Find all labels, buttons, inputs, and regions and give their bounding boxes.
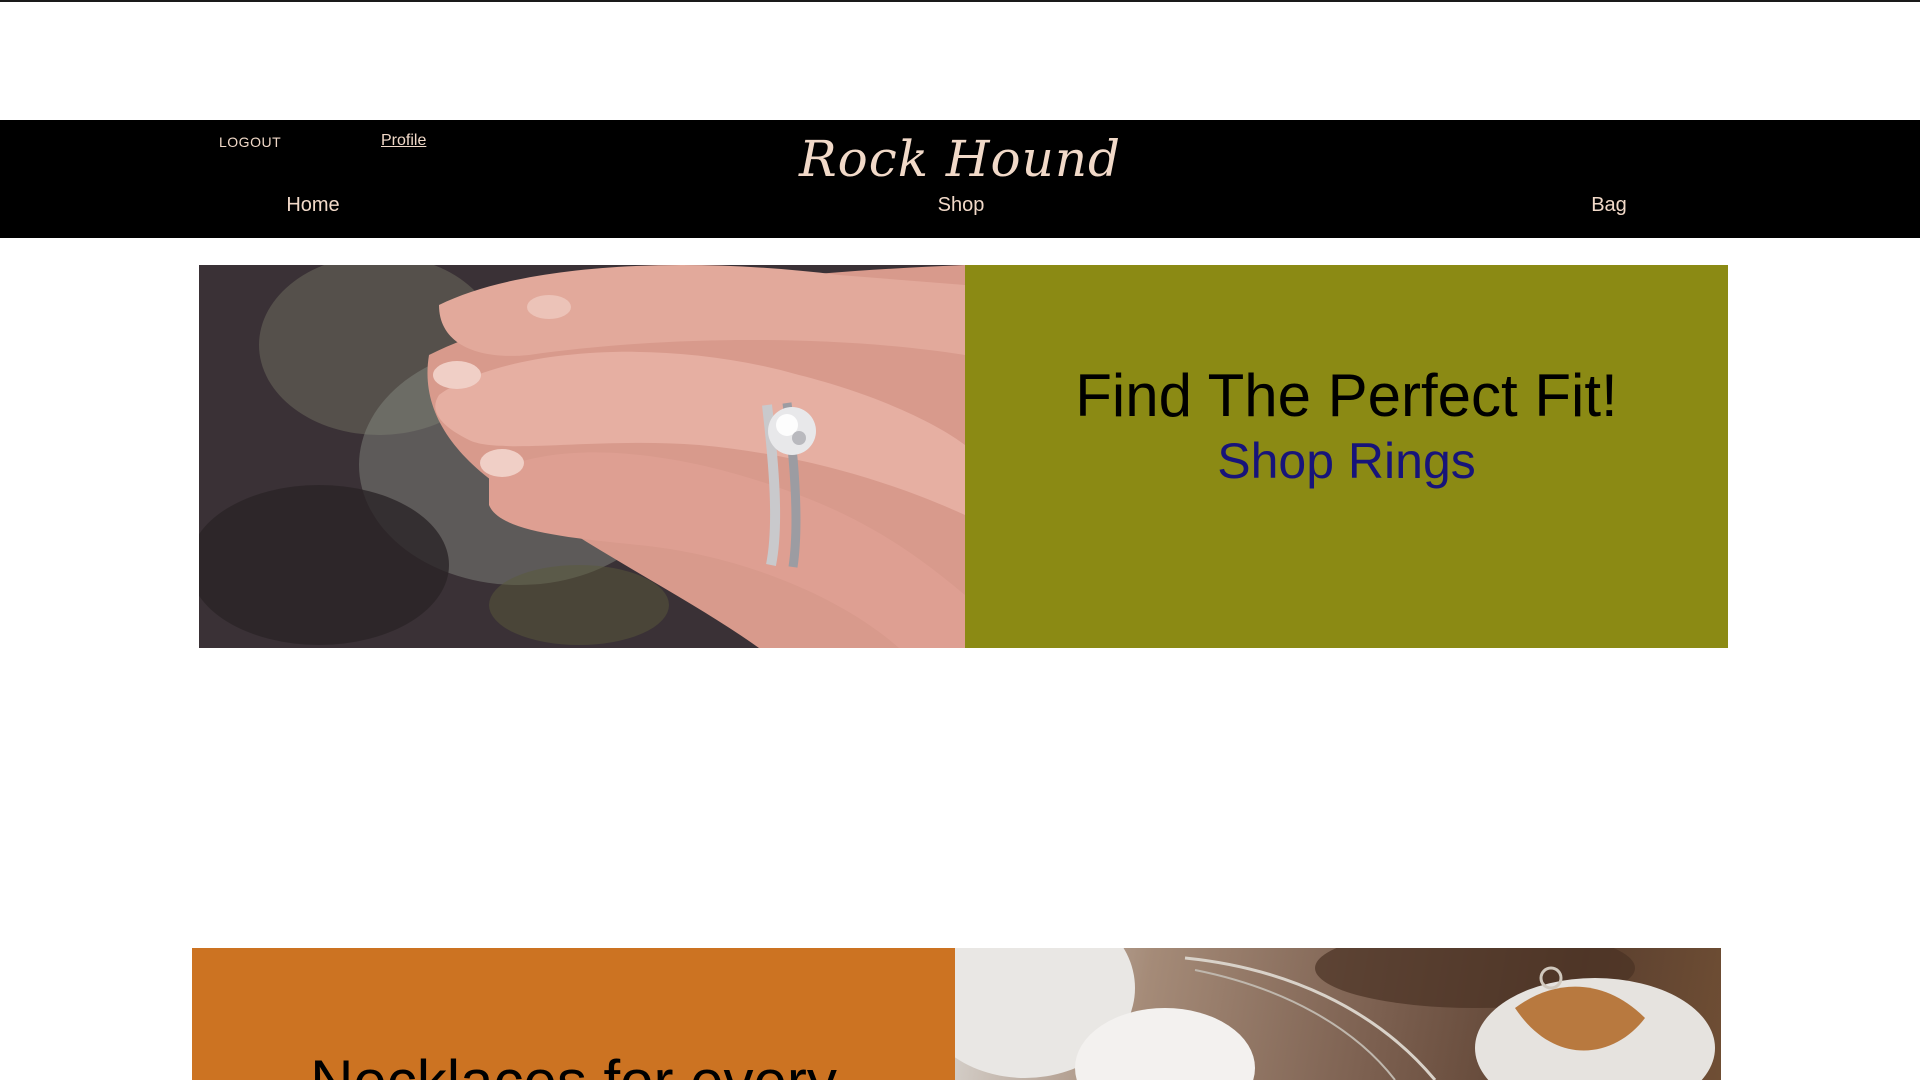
site-header: LOGOUT Profile Rock Hound Home Shop Bag <box>0 120 1920 238</box>
ring-photo-illustration <box>199 265 965 648</box>
necklaces-cta-panel: Necklaces for every <box>192 948 955 1080</box>
necklace-photo <box>955 948 1721 1080</box>
nav-shop[interactable]: Shop <box>938 194 985 217</box>
rings-headline: Find The Perfect Fit! <box>1075 362 1618 429</box>
necklaces-promo: Necklaces for every <box>192 948 1721 1080</box>
top-border <box>0 0 1920 2</box>
ring-hand-photo <box>199 265 965 648</box>
nav-home[interactable]: Home <box>286 194 339 217</box>
shop-rings-link[interactable]: Shop Rings <box>965 432 1728 490</box>
brand-logo[interactable]: Rock Hound <box>0 130 1920 188</box>
necklace-photo-illustration <box>955 948 1715 1080</box>
rings-promo: Find The Perfect Fit! Shop Rings <box>199 265 1728 648</box>
rings-cta-panel: Find The Perfect Fit! Shop Rings <box>965 265 1728 648</box>
nav-bag[interactable]: Bag <box>1591 194 1627 217</box>
necklaces-headline: Necklaces for every <box>192 1047 955 1080</box>
